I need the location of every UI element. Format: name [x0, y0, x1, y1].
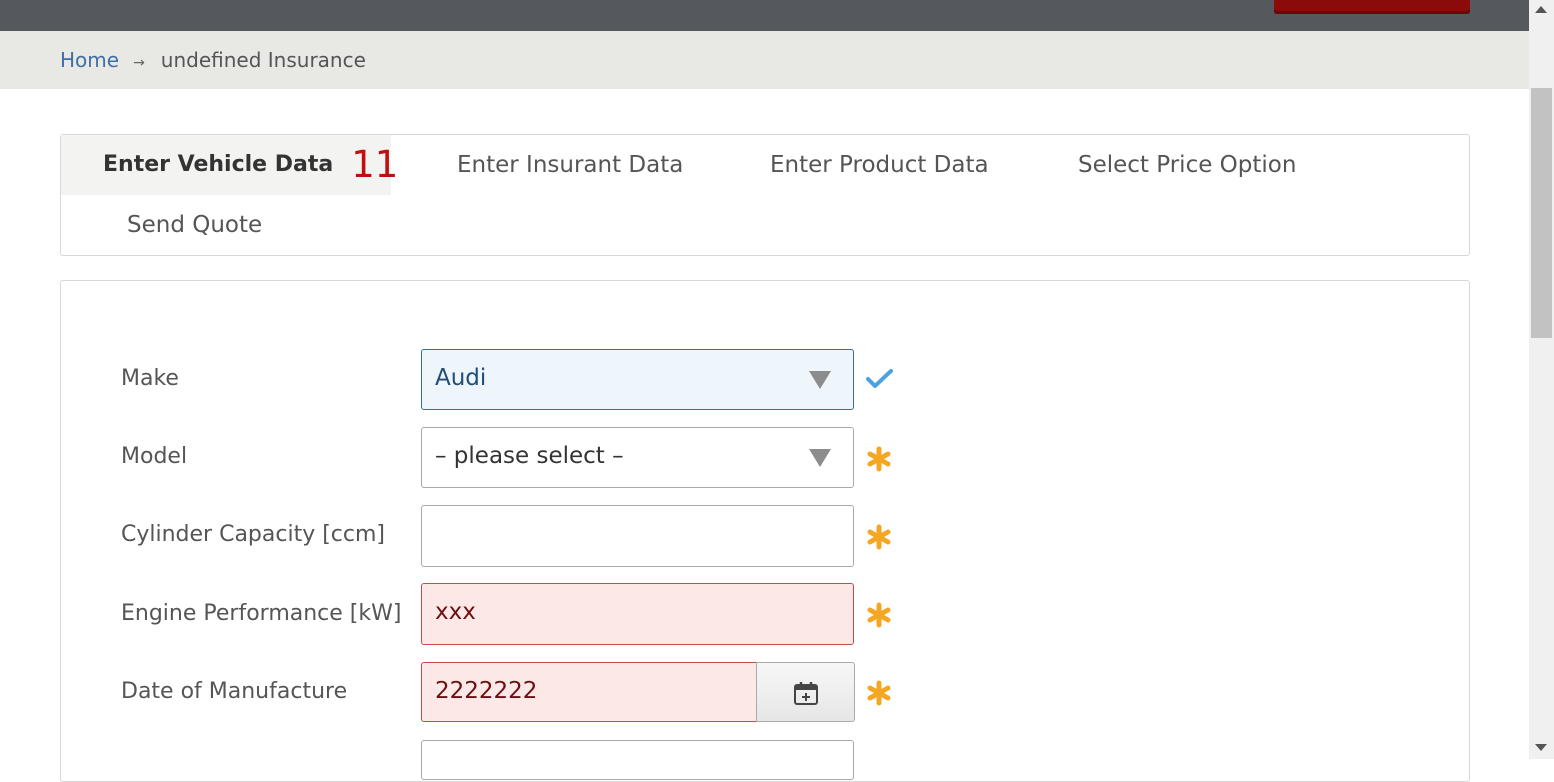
calendar-plus-icon [794, 682, 818, 705]
engine-performance-input[interactable]: xxx [421, 583, 854, 645]
breadcrumb-home-link[interactable]: Home [60, 48, 119, 72]
make-select[interactable]: Audi [421, 349, 854, 410]
breadcrumb: Home → undefined Insurance [60, 31, 366, 89]
tab-enter-vehicle-data[interactable]: Enter Vehicle Data 11 [61, 135, 398, 195]
scrollbar-thumb[interactable] [1531, 88, 1552, 338]
make-label: Make [121, 366, 179, 391]
tab-enter-insurant-data[interactable]: Enter Insurant Data [457, 135, 683, 195]
header-action-button[interactable] [1274, 0, 1470, 14]
next-field-input[interactable] [421, 740, 854, 780]
model-select[interactable]: – please select – [421, 427, 854, 488]
asterisk-icon [867, 524, 891, 550]
tab-error-count: 11 [351, 143, 399, 186]
make-select-value: Audi [435, 365, 487, 391]
model-label: Model [121, 444, 188, 469]
tab-send-quote[interactable]: Send Quote [127, 195, 262, 255]
model-select-value: – please select – [435, 443, 624, 469]
chevron-down-icon [809, 371, 831, 389]
date-of-manufacture-label: Date of Manufacture [121, 679, 348, 704]
breadcrumb-bar: Home → undefined Insurance [0, 31, 1529, 89]
checkmark-icon [866, 369, 893, 388]
engine-performance-label: Engine Performance [kW] [121, 601, 402, 626]
tab-enter-product-data[interactable]: Enter Product Data [770, 135, 989, 195]
asterisk-icon [867, 680, 891, 706]
scroll-up-icon[interactable] [1535, 6, 1547, 13]
chevron-down-icon [809, 449, 831, 467]
scroll-down-icon[interactable] [1535, 744, 1547, 751]
date-of-manufacture-input[interactable]: 2222222 [421, 662, 759, 722]
cylinder-capacity-label: Cylinder Capacity [ccm] [121, 522, 386, 547]
breadcrumb-current: undefined Insurance [160, 48, 366, 72]
breadcrumb-arrow-icon: → [133, 55, 145, 71]
asterisk-icon [867, 602, 891, 628]
asterisk-icon [867, 446, 891, 472]
tab-label: Enter Vehicle Data [103, 152, 334, 177]
date-picker-button[interactable] [756, 662, 855, 722]
cylinder-capacity-input[interactable] [421, 505, 854, 567]
tab-select-price-option[interactable]: Select Price Option [1078, 135, 1296, 195]
